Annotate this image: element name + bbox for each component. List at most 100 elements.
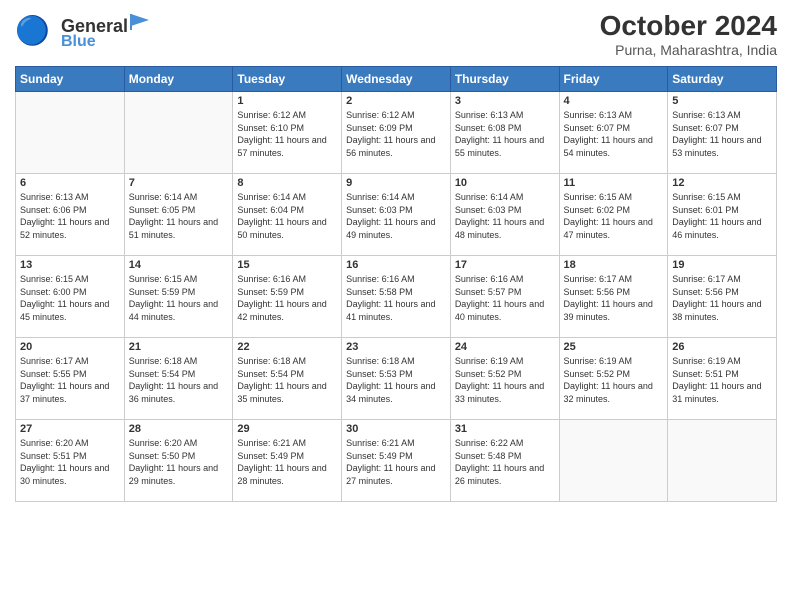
day-number: 31	[455, 423, 555, 435]
day-number: 4	[564, 95, 664, 107]
day-info: Sunrise: 6:16 AMSunset: 5:59 PMDaylight:…	[237, 273, 337, 323]
calendar-cell: 28 Sunrise: 6:20 AMSunset: 5:50 PMDayligh…	[124, 420, 233, 502]
calendar-cell	[124, 92, 233, 174]
day-info: Sunrise: 6:20 AMSunset: 5:50 PMDaylight:…	[129, 437, 229, 487]
day-info: Sunrise: 6:21 AMSunset: 5:49 PMDaylight:…	[237, 437, 337, 487]
day-number: 8	[237, 177, 337, 189]
calendar-cell: 19 Sunrise: 6:17 AMSunset: 5:56 PMDayligh…	[668, 256, 777, 338]
logo-flag-icon	[129, 12, 151, 32]
day-number: 24	[455, 341, 555, 353]
day-info: Sunrise: 6:13 AMSunset: 6:06 PMDaylight:…	[20, 191, 120, 241]
calendar-cell: 21 Sunrise: 6:18 AMSunset: 5:54 PMDayligh…	[124, 338, 233, 420]
day-number: 18	[564, 259, 664, 271]
calendar-header-thursday: Thursday	[450, 67, 559, 92]
calendar-cell: 31 Sunrise: 6:22 AMSunset: 5:48 PMDayligh…	[450, 420, 559, 502]
svg-text:🔵: 🔵	[15, 14, 50, 47]
calendar-cell	[16, 92, 125, 174]
page: 🔵 General Blue October 2024 Purna, Mahar…	[0, 0, 792, 612]
day-info: Sunrise: 6:14 AMSunset: 6:05 PMDaylight:…	[129, 191, 229, 241]
day-info: Sunrise: 6:15 AMSunset: 6:00 PMDaylight:…	[20, 273, 120, 323]
day-info: Sunrise: 6:17 AMSunset: 5:56 PMDaylight:…	[564, 273, 664, 323]
day-number: 3	[455, 95, 555, 107]
day-info: Sunrise: 6:17 AMSunset: 5:56 PMDaylight:…	[672, 273, 772, 323]
calendar-cell	[559, 420, 668, 502]
calendar-week-5: 27Sunrise: 6:20 AMSunset: 5:51 PMDayligh…	[16, 420, 777, 502]
day-info: Sunrise: 6:18 AMSunset: 5:54 PMDaylight:…	[129, 355, 229, 405]
day-number: 22	[237, 341, 337, 353]
calendar-cell: 3 Sunrise: 6:13 AMSunset: 6:08 PMDaylight…	[450, 92, 559, 174]
day-number: 7	[129, 177, 229, 189]
day-info: Sunrise: 6:21 AMSunset: 5:49 PMDaylight:…	[346, 437, 446, 487]
calendar-header-tuesday: Tuesday	[233, 67, 342, 92]
calendar-cell: 26Sunrise: 6:19 AMSunset: 5:51 PMDayligh…	[668, 338, 777, 420]
day-info: Sunrise: 6:17 AMSunset: 5:55 PMDaylight:…	[20, 355, 120, 405]
day-info: Sunrise: 6:16 AMSunset: 5:57 PMDaylight:…	[455, 273, 555, 323]
day-info: Sunrise: 6:13 AMSunset: 6:08 PMDaylight:…	[455, 109, 555, 159]
day-info: Sunrise: 6:12 AMSunset: 6:09 PMDaylight:…	[346, 109, 446, 159]
calendar-header-wednesday: Wednesday	[342, 67, 451, 92]
calendar-cell: 18 Sunrise: 6:17 AMSunset: 5:56 PMDayligh…	[559, 256, 668, 338]
calendar-cell: 6 Sunrise: 6:13 AMSunset: 6:06 PMDaylight…	[16, 174, 125, 256]
day-number: 5	[672, 95, 772, 107]
calendar-cell: 24 Sunrise: 6:19 AMSunset: 5:52 PMDayligh…	[450, 338, 559, 420]
day-number: 16	[346, 259, 446, 271]
calendar-cell: 9 Sunrise: 6:14 AMSunset: 6:03 PMDaylight…	[342, 174, 451, 256]
calendar-cell: 4 Sunrise: 6:13 AMSunset: 6:07 PMDaylight…	[559, 92, 668, 174]
day-number: 2	[346, 95, 446, 107]
day-number: 12	[672, 177, 772, 189]
day-number: 9	[346, 177, 446, 189]
calendar-cell: 13Sunrise: 6:15 AMSunset: 6:00 PMDayligh…	[16, 256, 125, 338]
day-info: Sunrise: 6:16 AMSunset: 5:58 PMDaylight:…	[346, 273, 446, 323]
calendar-cell: 25 Sunrise: 6:19 AMSunset: 5:52 PMDayligh…	[559, 338, 668, 420]
day-info: Sunrise: 6:22 AMSunset: 5:48 PMDaylight:…	[455, 437, 555, 487]
day-info: Sunrise: 6:19 AMSunset: 5:52 PMDaylight:…	[564, 355, 664, 405]
calendar-cell: 29 Sunrise: 6:21 AMSunset: 5:49 PMDayligh…	[233, 420, 342, 502]
day-number: 30	[346, 423, 446, 435]
page-title: October 2024	[600, 10, 777, 42]
day-number: 29	[237, 423, 337, 435]
day-number: 20	[20, 341, 120, 353]
calendar-cell: 20 Sunrise: 6:17 AMSunset: 5:55 PMDayligh…	[16, 338, 125, 420]
calendar-cell: 12Sunrise: 6:15 AMSunset: 6:01 PMDayligh…	[668, 174, 777, 256]
calendar-cell: 8 Sunrise: 6:14 AMSunset: 6:04 PMDaylight…	[233, 174, 342, 256]
header: 🔵 General Blue October 2024 Purna, Mahar…	[15, 10, 777, 58]
calendar-cell: 11Sunrise: 6:15 AMSunset: 6:02 PMDayligh…	[559, 174, 668, 256]
day-info: Sunrise: 6:18 AMSunset: 5:54 PMDaylight:…	[237, 355, 337, 405]
calendar-week-1: 1Sunrise: 6:12 AMSunset: 6:10 PMDaylight…	[16, 92, 777, 174]
calendar-cell: 17Sunrise: 6:16 AMSunset: 5:57 PMDayligh…	[450, 256, 559, 338]
calendar-cell: 2 Sunrise: 6:12 AMSunset: 6:09 PMDaylight…	[342, 92, 451, 174]
calendar-cell: 23 Sunrise: 6:18 AMSunset: 5:53 PMDayligh…	[342, 338, 451, 420]
calendar-cell: 10 Sunrise: 6:14 AMSunset: 6:03 PMDayligh…	[450, 174, 559, 256]
day-info: Sunrise: 6:18 AMSunset: 5:53 PMDaylight:…	[346, 355, 446, 405]
day-info: Sunrise: 6:14 AMSunset: 6:03 PMDaylight:…	[455, 191, 555, 241]
calendar-header-saturday: Saturday	[668, 67, 777, 92]
day-info: Sunrise: 6:14 AMSunset: 6:03 PMDaylight:…	[346, 191, 446, 241]
calendar-week-4: 20 Sunrise: 6:17 AMSunset: 5:55 PMDayligh…	[16, 338, 777, 420]
logo-bird-icon: 🔵	[15, 10, 57, 52]
day-number: 26	[672, 341, 772, 353]
day-number: 15	[237, 259, 337, 271]
day-info: Sunrise: 6:14 AMSunset: 6:04 PMDaylight:…	[237, 191, 337, 241]
day-number: 10	[455, 177, 555, 189]
day-number: 28	[129, 423, 229, 435]
day-number: 23	[346, 341, 446, 353]
calendar-week-3: 13Sunrise: 6:15 AMSunset: 6:00 PMDayligh…	[16, 256, 777, 338]
calendar-cell: 16 Sunrise: 6:16 AMSunset: 5:58 PMDayligh…	[342, 256, 451, 338]
logo: 🔵 General Blue	[15, 10, 151, 52]
day-info: Sunrise: 6:15 AMSunset: 5:59 PMDaylight:…	[129, 273, 229, 323]
day-info: Sunrise: 6:13 AMSunset: 6:07 PMDaylight:…	[672, 109, 772, 159]
calendar-header-sunday: Sunday	[16, 67, 125, 92]
calendar-cell: 27Sunrise: 6:20 AMSunset: 5:51 PMDayligh…	[16, 420, 125, 502]
calendar-header-friday: Friday	[559, 67, 668, 92]
day-info: Sunrise: 6:13 AMSunset: 6:07 PMDaylight:…	[564, 109, 664, 159]
calendar-cell: 22 Sunrise: 6:18 AMSunset: 5:54 PMDayligh…	[233, 338, 342, 420]
day-number: 6	[20, 177, 120, 189]
day-number: 19	[672, 259, 772, 271]
day-number: 25	[564, 341, 664, 353]
day-number: 14	[129, 259, 229, 271]
day-info: Sunrise: 6:15 AMSunset: 6:02 PMDaylight:…	[564, 191, 664, 241]
calendar-cell: 14 Sunrise: 6:15 AMSunset: 5:59 PMDayligh…	[124, 256, 233, 338]
day-number: 21	[129, 341, 229, 353]
calendar-table: SundayMondayTuesdayWednesdayThursdayFrid…	[15, 66, 777, 502]
day-info: Sunrise: 6:19 AMSunset: 5:52 PMDaylight:…	[455, 355, 555, 405]
